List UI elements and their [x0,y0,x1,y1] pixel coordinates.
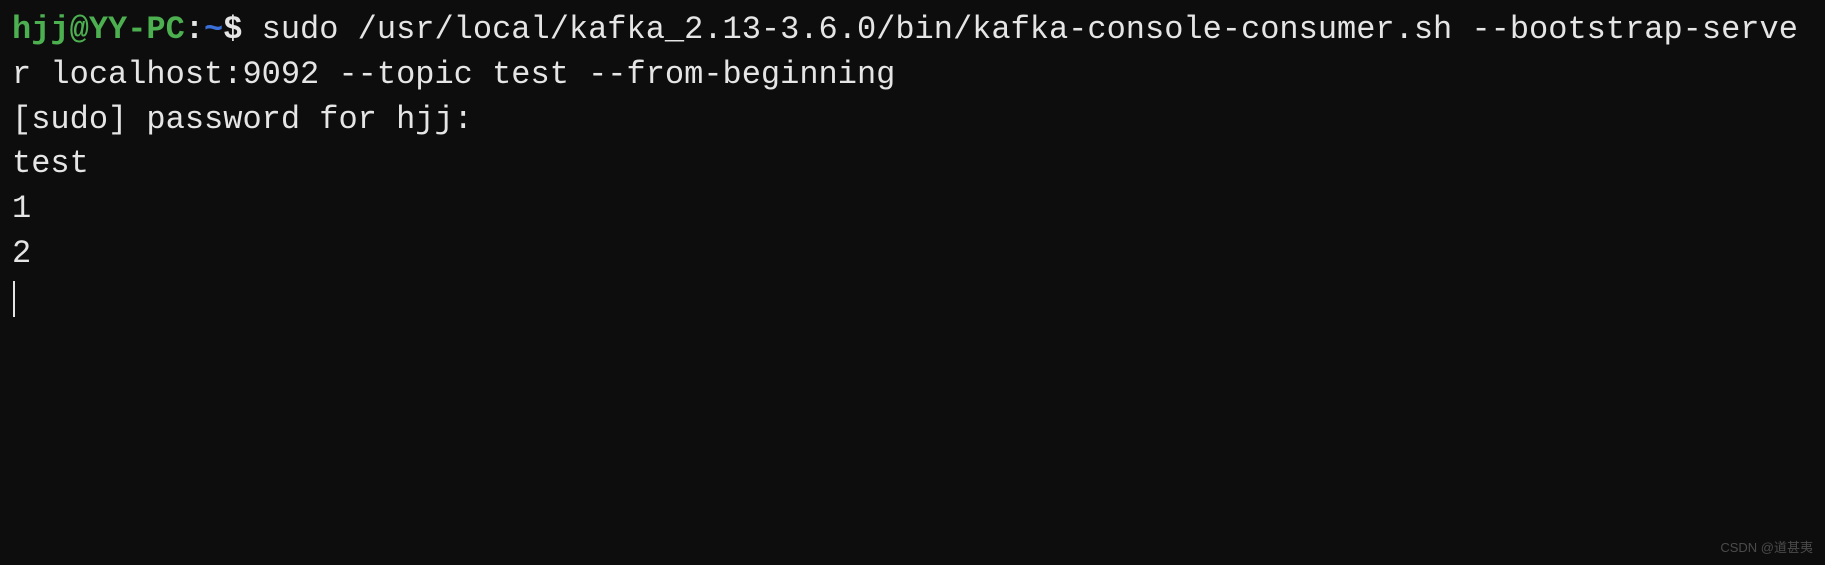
cursor-icon [13,281,15,317]
command-text [242,11,261,48]
terminal-command-line[interactable]: hjj@YY-PC:~$ sudo /usr/local/kafka_2.13-… [12,8,1813,98]
terminal-cursor-line[interactable] [12,277,1813,322]
prompt-path: ~ [204,11,223,48]
watermark-text: CSDN @道甚夷 [1720,539,1813,557]
command-text: sudo /usr/local/kafka_2.13-3.6.0/bin/kaf… [12,11,1798,93]
terminal-output-line: [sudo] password for hjj: [12,98,1813,143]
prompt-user: hjj@YY-PC [12,11,185,48]
terminal-output-line: 2 [12,232,1813,277]
terminal-output-line: 1 [12,187,1813,232]
prompt-separator: : [185,11,204,48]
prompt-symbol: $ [223,11,242,48]
terminal-output-line: test [12,142,1813,187]
